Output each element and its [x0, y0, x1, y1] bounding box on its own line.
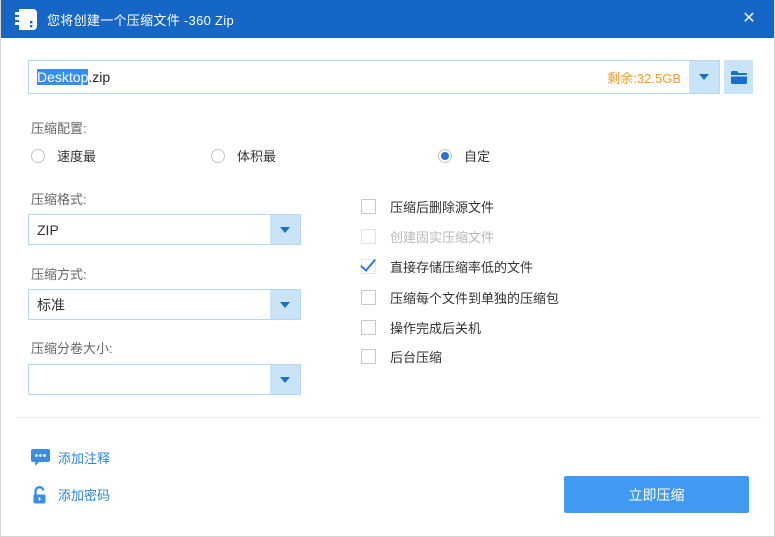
checkbox-delete-source-after[interactable]: 压缩后删除源文件: [361, 197, 494, 215]
checkbox-label: 创建固实压缩文件: [390, 229, 495, 245]
checkbox-label: 压缩后删除源文件: [390, 199, 495, 215]
footer-divider: [16, 417, 761, 418]
radio-fastest-speed[interactable]: 速度最: [31, 146, 96, 165]
checkbox-icon: [361, 289, 376, 305]
format-label: 压缩格式:: [31, 192, 87, 207]
format-value: ZIP: [37, 221, 59, 238]
free-space-label: 剩余:32.5GB: [607, 70, 681, 86]
add-password-label: 添加密码: [58, 488, 111, 503]
radio-label: 自定: [464, 149, 491, 164]
filename-input[interactable]: Desktop .zip: [29, 61, 607, 93]
checkbox-disabled-icon: [361, 228, 376, 244]
chevron-down-icon: [280, 301, 290, 308]
close-icon[interactable]: ✕: [737, 8, 761, 30]
checkbox-icon: [361, 319, 376, 335]
checkbox-checked-icon: [361, 258, 376, 274]
radio-label: 体积最: [237, 149, 277, 164]
radio-custom[interactable]: 自定: [438, 146, 490, 165]
filename-selected-text: Desktop: [37, 69, 89, 85]
window-title: 您将创建一个压缩文件 -360 Zip: [47, 12, 235, 28]
volume-size-select[interactable]: [28, 364, 301, 395]
volume-dropdown-button[interactable]: [270, 365, 300, 394]
chevron-down-icon: [280, 376, 290, 383]
app-logo-icon: [15, 8, 37, 30]
radio-smallest-size[interactable]: 体积最: [211, 146, 276, 165]
chevron-down-icon: [280, 226, 290, 233]
radio-icon: [211, 148, 225, 163]
checkbox-label: 压缩每个文件到单独的压缩包: [390, 290, 560, 306]
checkbox-label: 后台压缩: [390, 349, 443, 365]
format-select[interactable]: ZIP: [28, 214, 301, 245]
method-value: 标准: [37, 296, 65, 313]
checkbox-shutdown-when-done[interactable]: 操作完成后关机: [361, 318, 481, 336]
checkbox-label: 操作完成后关机: [390, 320, 482, 336]
filename-extension: .zip: [88, 69, 111, 85]
folder-icon: [730, 70, 747, 84]
checkbox-background-compress[interactable]: 后台压缩: [361, 347, 442, 365]
format-dropdown-button[interactable]: [270, 215, 300, 244]
checkbox-icon: [361, 198, 376, 214]
radio-icon: [31, 148, 45, 163]
browse-folder-button[interactable]: [724, 60, 753, 94]
volume-size-value: [29, 365, 270, 394]
add-comment-link[interactable]: 添加注释: [31, 448, 110, 467]
radio-label: 速度最: [57, 149, 97, 164]
checkbox-store-low-ratio-files[interactable]: 直接存储压缩率低的文件: [361, 257, 533, 275]
create-archive-dialog: 您将创建一个压缩文件 -360 Zip ✕ Desktop .zip 剩余:32.…: [0, 0, 775, 537]
checkbox-solid-archive: 创建固实压缩文件: [361, 227, 494, 245]
checkbox-icon: [361, 348, 376, 364]
compress-now-button[interactable]: 立即压缩: [564, 476, 749, 513]
title-bar: 您将创建一个压缩文件 -360 Zip ✕: [1, 0, 774, 38]
radio-selected-icon: [438, 148, 452, 163]
chevron-down-icon: [699, 74, 709, 80]
config-section-label: 压缩配置:: [31, 121, 87, 136]
add-comment-label: 添加注释: [58, 451, 111, 466]
method-label: 压缩方式:: [31, 267, 87, 282]
add-password-link[interactable]: 添加密码: [31, 485, 110, 504]
method-select[interactable]: 标准: [28, 289, 301, 320]
comment-icon: [31, 449, 50, 467]
checkbox-separate-archives[interactable]: 压缩每个文件到单独的压缩包: [361, 288, 559, 306]
checkbox-label: 直接存储压缩率低的文件: [390, 259, 534, 275]
method-dropdown-button[interactable]: [270, 290, 300, 319]
archive-filename-field: Desktop .zip 剩余:32.5GB: [28, 60, 720, 94]
unlock-icon: [31, 485, 50, 504]
volume-size-label: 压缩分卷大小:: [31, 341, 113, 356]
filename-dropdown-button[interactable]: [689, 61, 719, 93]
